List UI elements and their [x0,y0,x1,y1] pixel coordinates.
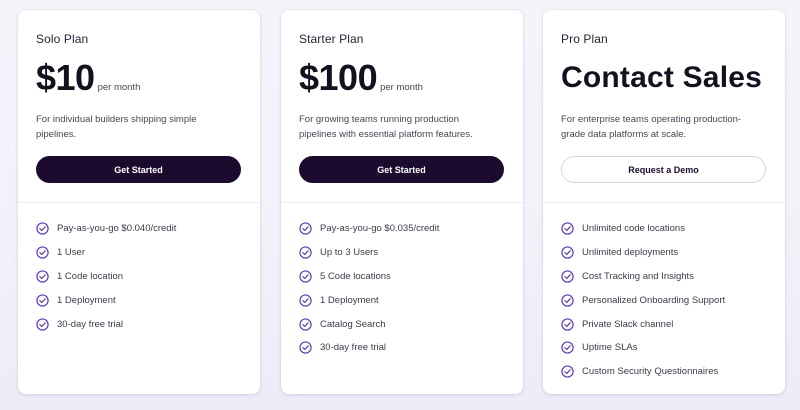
feature-label: Uptime SLAs [582,342,638,354]
plan-price: Contact Sales [561,61,762,94]
plan-card-pro: Pro Plan Contact Sales For enterprise te… [543,10,785,394]
feature-label: 1 Code location [57,270,124,282]
check-circle-icon [36,246,49,259]
feature-label: 5 Code locations [320,270,391,282]
check-circle-icon [36,294,49,307]
feature-item: Up to 3 Users [299,241,505,265]
check-circle-icon [561,365,574,378]
feature-item: 1 Code location [36,265,242,289]
get-started-button[interactable]: Get Started [299,156,504,183]
price-row: $100 per month [299,60,505,100]
feature-item: Cost Tracking and Insights [561,265,767,289]
plan-card-starter: Starter Plan $100 per month For growing … [281,10,523,394]
price-row: Contact Sales [561,60,767,100]
plan-header: Solo Plan $10 per month For individual b… [18,10,260,202]
check-circle-icon [561,270,574,283]
plan-description: For enterprise teams operating productio… [561,114,742,140]
feature-list: Pay-as-you-go $0.035/credit Up to 3 User… [281,203,523,360]
feature-label: 30-day free trial [320,342,387,354]
plan-description: For growing teams running production pip… [299,114,473,140]
feature-label: 1 User [57,247,85,259]
check-circle-icon [299,246,312,259]
feature-item: Unlimited deployments [561,241,767,265]
check-circle-icon [36,317,49,331]
feature-item: Pay-as-you-go $0.040/credit [36,217,242,241]
feature-item: 30-day free trial [36,312,242,336]
feature-item: Catalog Search [299,312,505,336]
plan-header: Starter Plan $100 per month For growing … [281,10,523,202]
check-circle-icon [299,270,312,283]
feature-item: Custom Security Questionnaires [561,360,767,384]
plan-name: Pro Plan [561,32,608,46]
check-circle-icon [561,317,574,331]
get-started-button[interactable]: Get Started [36,156,241,183]
feature-label: Cost Tracking and Insights [582,270,694,282]
feature-label: Pay-as-you-go $0.040/credit [57,223,177,235]
check-circle-icon [561,222,574,236]
check-circle-icon [299,294,312,307]
feature-item: Personalized Onboarding Support [561,288,767,312]
plan-price: $100 [299,57,378,98]
feature-label: 30-day free trial [57,318,124,330]
price-period: per month [380,82,423,93]
feature-item: Unlimited code locations [561,217,767,241]
feature-label: Custom Security Questionnaires [582,366,719,378]
plan-price: $10 [36,57,95,98]
check-circle-icon [299,222,312,236]
feature-item: 5 Code locations [299,265,505,289]
feature-label: Unlimited deployments [582,247,679,259]
feature-label: Private Slack channel [582,318,674,330]
feature-list: Pay-as-you-go $0.040/credit 1 User 1 Cod… [18,203,260,336]
plan-name: Starter Plan [299,32,364,46]
feature-list: Unlimited code locations Unlimited deplo… [543,203,785,384]
feature-item: 30-day free trial [299,336,505,360]
request-demo-button[interactable]: Request a Demo [561,156,766,183]
feature-label: 1 Deployment [320,294,379,306]
check-circle-icon [36,270,49,283]
feature-item: Pay-as-you-go $0.035/credit [299,217,505,241]
feature-label: Up to 3 Users [320,247,379,259]
feature-label: Unlimited code locations [582,223,685,235]
price-row: $10 per month [36,60,242,100]
feature-label: Catalog Search [320,318,386,330]
feature-item: Uptime SLAs [561,336,767,360]
plan-card-solo: Solo Plan $10 per month For individual b… [18,10,260,394]
check-circle-icon [561,246,574,259]
feature-label: 1 Deployment [57,294,116,306]
price-period: per month [97,82,141,93]
check-circle-icon [561,294,574,307]
feature-item: 1 Deployment [299,288,505,312]
feature-item: 1 User [36,241,242,265]
feature-item: 1 Deployment [36,288,242,312]
pricing-section: Solo Plan $10 per month For individual b… [0,0,800,410]
check-circle-icon [36,222,49,236]
check-circle-icon [299,317,312,331]
plan-description: For individual builders shipping simple … [36,114,197,140]
check-circle-icon [561,341,574,355]
plan-name: Solo Plan [36,32,89,46]
plan-header: Pro Plan Contact Sales For enterprise te… [543,10,785,202]
feature-label: Personalized Onboarding Support [582,294,726,306]
feature-label: Pay-as-you-go $0.035/credit [320,223,440,235]
check-circle-icon [299,341,312,355]
feature-item: Private Slack channel [561,312,767,336]
